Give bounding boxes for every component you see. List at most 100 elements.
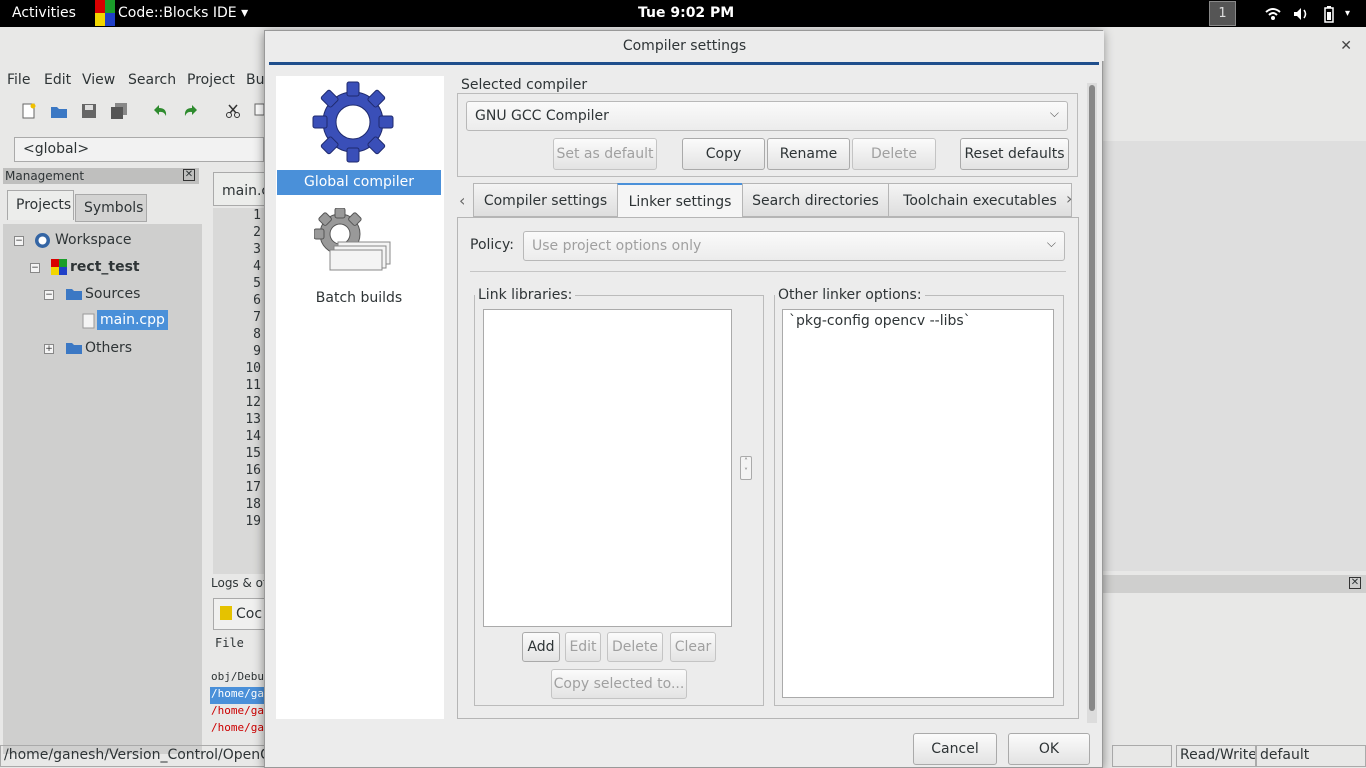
- cancel-button[interactable]: Cancel: [913, 733, 997, 765]
- policy-label: Policy:: [470, 237, 514, 253]
- cut-icon[interactable]: [224, 103, 242, 119]
- link-libraries-list[interactable]: [483, 309, 732, 627]
- edit-library-button[interactable]: Edit: [565, 632, 601, 662]
- linker-settings-page: Policy: Use project options only ⌵ Link l…: [457, 217, 1079, 719]
- tab-compiler-settings[interactable]: Compiler settings: [473, 183, 618, 217]
- compiler-select[interactable]: GNU GCC Compiler ⌵: [466, 101, 1068, 131]
- editor-tab-main[interactable]: main.c: [213, 172, 271, 206]
- open-folder-icon[interactable]: [50, 103, 68, 119]
- line-number: 18: [245, 497, 261, 512]
- line-number: 8: [253, 327, 261, 342]
- menu-project[interactable]: Project: [187, 72, 235, 88]
- log-line[interactable]: obj/Debug: [210, 670, 272, 687]
- dialog-scrollbar[interactable]: [1087, 83, 1097, 723]
- set-as-default-button[interactable]: Set as default: [553, 138, 657, 170]
- line-number: 2: [253, 225, 261, 240]
- scope-combo[interactable]: <global>: [14, 137, 264, 162]
- logs-tab-label: Coc: [236, 606, 263, 622]
- tree-others[interactable]: Others: [85, 340, 132, 356]
- add-library-button[interactable]: Add: [522, 632, 560, 662]
- tab-search-directories[interactable]: Search directories: [742, 183, 889, 217]
- reset-defaults-button[interactable]: Reset defaults: [960, 138, 1069, 170]
- line-number: 6: [253, 293, 261, 308]
- panel-splitter-handle[interactable]: ˄ ˅: [740, 456, 752, 480]
- menu-edit[interactable]: Edit: [44, 72, 71, 88]
- volume-icon[interactable]: [1292, 5, 1310, 23]
- copy-selected-to-button[interactable]: Copy selected to...: [551, 669, 687, 699]
- editor-right-area: [1100, 141, 1366, 571]
- tree-file-main[interactable]: main.cpp: [97, 310, 168, 330]
- management-close-icon[interactable]: ✕: [183, 169, 195, 181]
- batch-builds-icon: [314, 208, 391, 271]
- tab-linker-settings[interactable]: Linker settings: [617, 183, 743, 219]
- workspace-icon: [35, 233, 50, 248]
- toolbar: [0, 97, 265, 127]
- app-menu[interactable]: Code::Blocks IDE ▾: [118, 5, 248, 21]
- line-number: 9: [253, 344, 261, 359]
- line-number: 10: [245, 361, 261, 376]
- chevron-down-icon: ⌵: [1046, 236, 1056, 250]
- line-number: 17: [245, 480, 261, 495]
- line-number: 12: [245, 395, 261, 410]
- log-line[interactable]: /home/gan: [210, 721, 272, 738]
- selected-compiler-label: Selected compiler: [458, 77, 591, 93]
- line-number-gutter: 1 2 3 4 5 6 7 8 9 10 11 12 13 14 15 16 17 18 19: [213, 208, 265, 586]
- editor-panel: main.c 1 2 3 4 5 6 7 8 9 10 11 12 13 14 15 16 17 18 19: [207, 168, 271, 593]
- status-profile: default: [1256, 745, 1366, 767]
- menu-file[interactable]: File: [7, 72, 30, 88]
- line-number: 7: [253, 310, 261, 325]
- line-number: 13: [245, 412, 261, 427]
- workspace-indicator[interactable]: 1: [1209, 1, 1236, 26]
- menu-search[interactable]: Search: [128, 72, 176, 88]
- menu-build[interactable]: Bu: [246, 72, 264, 88]
- status-empty: [1112, 745, 1172, 767]
- dialog-scrollbar-thumb[interactable]: [1089, 85, 1095, 711]
- collapse-sources-icon[interactable]: −: [44, 290, 54, 300]
- line-number: 16: [245, 463, 261, 478]
- expand-others-icon[interactable]: +: [44, 344, 54, 354]
- logs-close-icon[interactable]: ✕: [1349, 577, 1361, 589]
- ide-close-icon[interactable]: ✕: [1340, 38, 1352, 54]
- new-file-icon[interactable]: [20, 103, 38, 119]
- menu-view[interactable]: View: [82, 72, 115, 88]
- system-menu-arrow-icon[interactable]: ▾: [1345, 8, 1363, 26]
- wifi-icon[interactable]: [1264, 5, 1282, 23]
- category-batch-builds[interactable]: Batch builds: [277, 290, 441, 312]
- gear-icon: [312, 81, 394, 163]
- clear-libraries-button[interactable]: Clear: [670, 632, 716, 662]
- policy-select-value: Use project options only: [532, 238, 702, 254]
- rename-compiler-button[interactable]: Rename: [767, 138, 850, 170]
- tree-sources[interactable]: Sources: [85, 286, 140, 302]
- policy-select[interactable]: Use project options only ⌵: [523, 231, 1065, 261]
- tab-scroll-right-icon[interactable]: ›: [1066, 189, 1072, 208]
- activities-button[interactable]: Activities: [12, 5, 76, 21]
- clock[interactable]: Tue 9:02 PM: [638, 5, 734, 21]
- category-global-compiler[interactable]: Global compiler settings: [277, 170, 441, 215]
- log-line[interactable]: /home/gan: [210, 687, 272, 704]
- tree-project[interactable]: rect_test: [70, 259, 140, 275]
- battery-icon[interactable]: [1320, 5, 1338, 23]
- undo-icon[interactable]: [151, 103, 169, 119]
- tab-scroll-left-icon[interactable]: ‹: [459, 191, 465, 210]
- other-linker-options-textarea[interactable]: `pkg-config opencv --libs`: [782, 309, 1054, 698]
- top-bar: Activities Code::Blocks IDE ▾ Tue 9:02 P…: [0, 0, 1366, 27]
- log-column-file: File: [215, 636, 244, 650]
- ok-button[interactable]: OK: [1008, 733, 1090, 765]
- save-icon[interactable]: [80, 103, 98, 119]
- line-number: 4: [253, 259, 261, 274]
- log-line[interactable]: /home/gan: [210, 704, 272, 721]
- tab-projects[interactable]: Projects: [7, 190, 74, 220]
- dialog-title: Compiler settings: [265, 31, 1104, 61]
- collapse-workspace-icon[interactable]: −: [14, 236, 24, 246]
- tab-toolchain-executables[interactable]: Toolchain executables: [888, 183, 1072, 217]
- folder-open-icon: [66, 289, 82, 300]
- collapse-project-icon[interactable]: −: [30, 263, 40, 273]
- copy-compiler-button[interactable]: Copy: [682, 138, 765, 170]
- save-all-icon[interactable]: [110, 103, 128, 119]
- tree-workspace[interactable]: Workspace: [55, 232, 132, 248]
- redo-icon[interactable]: [182, 103, 200, 119]
- management-panel: Management ✕ Projects Symbols − Workspace…: [0, 168, 202, 754]
- tab-symbols[interactable]: Symbols: [75, 194, 147, 222]
- delete-compiler-button[interactable]: Delete: [852, 138, 936, 170]
- delete-library-button[interactable]: Delete: [607, 632, 663, 662]
